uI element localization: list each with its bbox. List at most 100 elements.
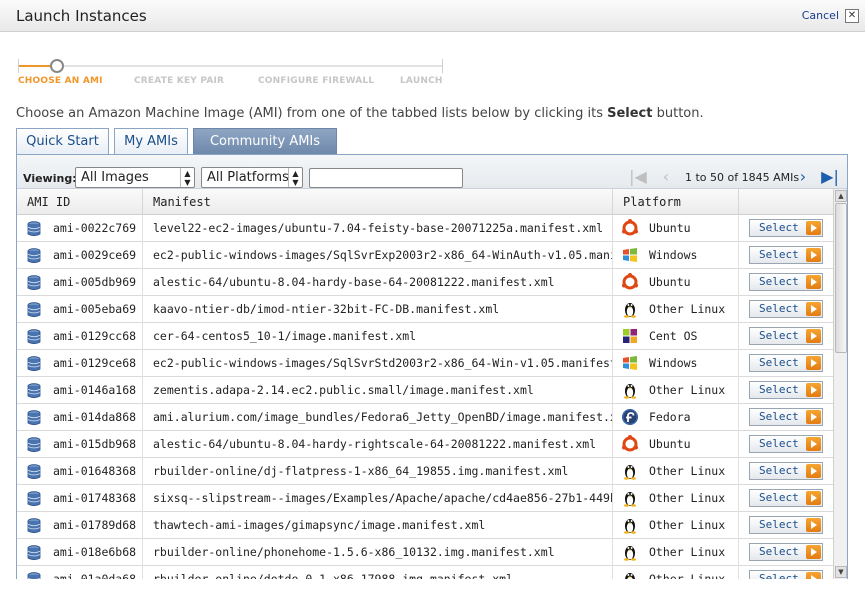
platform-cell: Windows bbox=[613, 242, 739, 269]
arrow-right-icon bbox=[806, 572, 821, 579]
select-button-label: Select bbox=[759, 329, 799, 342]
scrollbar-thumb[interactable] bbox=[835, 203, 847, 353]
column-header-ami-id[interactable]: AMI ID bbox=[17, 189, 143, 215]
table-row[interactable]: ami-01648368 rbuilder-online/dj-flatpress… bbox=[17, 458, 833, 485]
ami-id-cell: ami-0022c769 bbox=[17, 215, 143, 242]
select-button-label: Select bbox=[759, 383, 799, 396]
select-ami-button[interactable]: Select bbox=[749, 300, 823, 318]
table-row[interactable]: ami-0129ce68 ec2-public-windows-images/Sq… bbox=[17, 350, 833, 377]
table-row[interactable]: ami-0029ce69 ec2-public-windows-images/Sq… bbox=[17, 242, 833, 269]
scroll-up-icon[interactable]: ▲ bbox=[835, 190, 847, 202]
select-ami-button[interactable]: Select bbox=[749, 435, 823, 453]
platform-text: Other Linux bbox=[649, 464, 726, 478]
select-ami-button[interactable]: Select bbox=[749, 273, 823, 291]
linux-tux-icon bbox=[621, 462, 639, 480]
tab-quick-start[interactable]: Quick Start bbox=[16, 128, 109, 155]
ami-database-icon bbox=[27, 490, 41, 506]
arrow-right-icon bbox=[806, 437, 821, 451]
ami-database-icon bbox=[27, 301, 41, 317]
arrow-right-icon bbox=[806, 464, 821, 478]
manifest-cell: zementis.adapa-2.14.ec2.public.small/ima… bbox=[143, 377, 613, 404]
platform-cell: Ubuntu bbox=[613, 269, 739, 296]
table-row[interactable]: ami-0146a168 zementis.adapa-2.14.ec2.publ… bbox=[17, 377, 833, 404]
platforms-filter-select[interactable]: All Platforms ▲ ▼ bbox=[201, 167, 303, 188]
select-ami-button[interactable]: Select bbox=[749, 246, 823, 264]
action-cell: Select bbox=[739, 458, 833, 485]
arrow-right-icon bbox=[806, 248, 821, 262]
select-ami-button[interactable]: Select bbox=[749, 516, 823, 534]
platform-cell: Ubuntu bbox=[613, 431, 739, 458]
ami-database-icon bbox=[27, 571, 41, 579]
select-ami-button[interactable]: Select bbox=[749, 219, 823, 237]
images-filter-select[interactable]: All Images ▲ ▼ bbox=[75, 167, 195, 188]
select-ami-button[interactable]: Select bbox=[749, 570, 823, 579]
linux-tux-icon bbox=[621, 381, 639, 399]
table-row[interactable]: ami-018e6b68 rbuilder-online/phonehome-1.… bbox=[17, 539, 833, 566]
intro-text-bold: Select bbox=[607, 106, 653, 121]
cancel-link[interactable]: Cancel bbox=[802, 9, 839, 22]
table-row[interactable]: ami-0022c769 level22-ec2-images/ubuntu-7.… bbox=[17, 215, 833, 242]
tab-community-amis[interactable]: Community AMIs bbox=[193, 128, 337, 155]
arrow-right-icon bbox=[806, 302, 821, 316]
select-ami-button[interactable]: Select bbox=[749, 462, 823, 480]
table-row[interactable]: ami-01789d68 thawtech-ami-images/gimapsyn… bbox=[17, 512, 833, 539]
select-ami-button[interactable]: Select bbox=[749, 408, 823, 426]
scroll-down-icon[interactable]: ▼ bbox=[835, 566, 847, 578]
platform-text: Windows bbox=[649, 356, 698, 370]
ami-list-toolbar: Viewing: All Images ▲ ▼ All Platforms ▲ ▼ … bbox=[17, 155, 847, 189]
action-cell: Select bbox=[739, 512, 833, 539]
select-ami-button[interactable]: Select bbox=[749, 327, 823, 345]
table-row[interactable]: ami-0129cc68 cer-64-centos5_10-1/image.ma… bbox=[17, 323, 833, 350]
arrow-right-icon bbox=[806, 275, 821, 289]
platform-text: Windows bbox=[649, 248, 698, 262]
column-header-manifest[interactable]: Manifest bbox=[143, 189, 613, 215]
select-ami-button[interactable]: Select bbox=[749, 354, 823, 372]
ami-id-text: ami-0029ce69 bbox=[53, 248, 137, 262]
table-row[interactable]: ami-01748368 sixsq--slipstream--images/Ex… bbox=[17, 485, 833, 512]
manifest-cell: thawtech-ami-images/gimapsync/image.mani… bbox=[143, 512, 613, 539]
ami-database-icon bbox=[27, 544, 41, 560]
select-ami-button[interactable]: Select bbox=[749, 489, 823, 507]
fedora-icon bbox=[621, 408, 639, 426]
vertical-scrollbar[interactable]: ▲ ▼ bbox=[833, 189, 847, 579]
ami-search-input[interactable] bbox=[309, 168, 463, 188]
table-row[interactable]: ami-014da868 ami.alurium.com/image_bundle… bbox=[17, 404, 833, 431]
tab-my-amis[interactable]: My AMIs bbox=[114, 128, 188, 155]
arrow-right-icon bbox=[806, 545, 821, 559]
next-page-icon[interactable]: › bbox=[794, 167, 812, 187]
windows-icon bbox=[621, 354, 639, 372]
platform-cell: Other Linux bbox=[613, 539, 739, 566]
ami-id-text: ami-005db969 bbox=[53, 275, 137, 289]
table-row[interactable]: ami-005db969 alestic-64/ubuntu-8.04-hardy… bbox=[17, 269, 833, 296]
ami-id-cell: ami-0146a168 bbox=[17, 377, 143, 404]
platform-cell: Other Linux bbox=[613, 566, 739, 579]
action-cell: Select bbox=[739, 269, 833, 296]
arrow-right-icon bbox=[806, 491, 821, 505]
wizard-track bbox=[18, 65, 442, 67]
table-row[interactable]: ami-015db968 alestic-64/ubuntu-8.04-hardy… bbox=[17, 431, 833, 458]
table-row[interactable]: ami-005eba69 kaavo-ntier-db/imod-ntier-32… bbox=[17, 296, 833, 323]
action-cell: Select bbox=[739, 323, 833, 350]
ami-id-text: ami-0129ce68 bbox=[53, 356, 137, 370]
table-row[interactable]: ami-01a0da68 rbuilder-online/dotdo-0.1-x8… bbox=[17, 566, 833, 579]
first-page-icon[interactable]: |◀ bbox=[629, 167, 647, 187]
platform-text: Other Linux bbox=[649, 545, 726, 559]
column-header-platform[interactable]: Platform bbox=[613, 189, 739, 215]
platform-cell: Fedora bbox=[613, 404, 739, 431]
select-ami-button[interactable]: Select bbox=[749, 543, 823, 561]
viewing-label: Viewing: bbox=[23, 172, 77, 185]
close-icon[interactable]: ✕ bbox=[845, 9, 859, 23]
platform-text: Fedora bbox=[649, 410, 691, 424]
ubuntu-icon bbox=[621, 434, 639, 453]
manifest-cell: cer-64-centos5_10-1/image.manifest.xml bbox=[143, 323, 613, 350]
ami-id-cell: ami-014da868 bbox=[17, 404, 143, 431]
ami-id-text: ami-005eba69 bbox=[53, 302, 137, 316]
select-ami-button[interactable]: Select bbox=[749, 381, 823, 399]
last-page-icon[interactable]: ▶| bbox=[821, 167, 839, 187]
ami-database-icon bbox=[27, 355, 41, 371]
select-button-label: Select bbox=[759, 221, 799, 234]
platform-text: Other Linux bbox=[649, 302, 726, 316]
action-cell: Select bbox=[739, 377, 833, 404]
linux-tux-icon bbox=[621, 543, 639, 561]
previous-page-icon[interactable]: ‹ bbox=[657, 167, 675, 187]
